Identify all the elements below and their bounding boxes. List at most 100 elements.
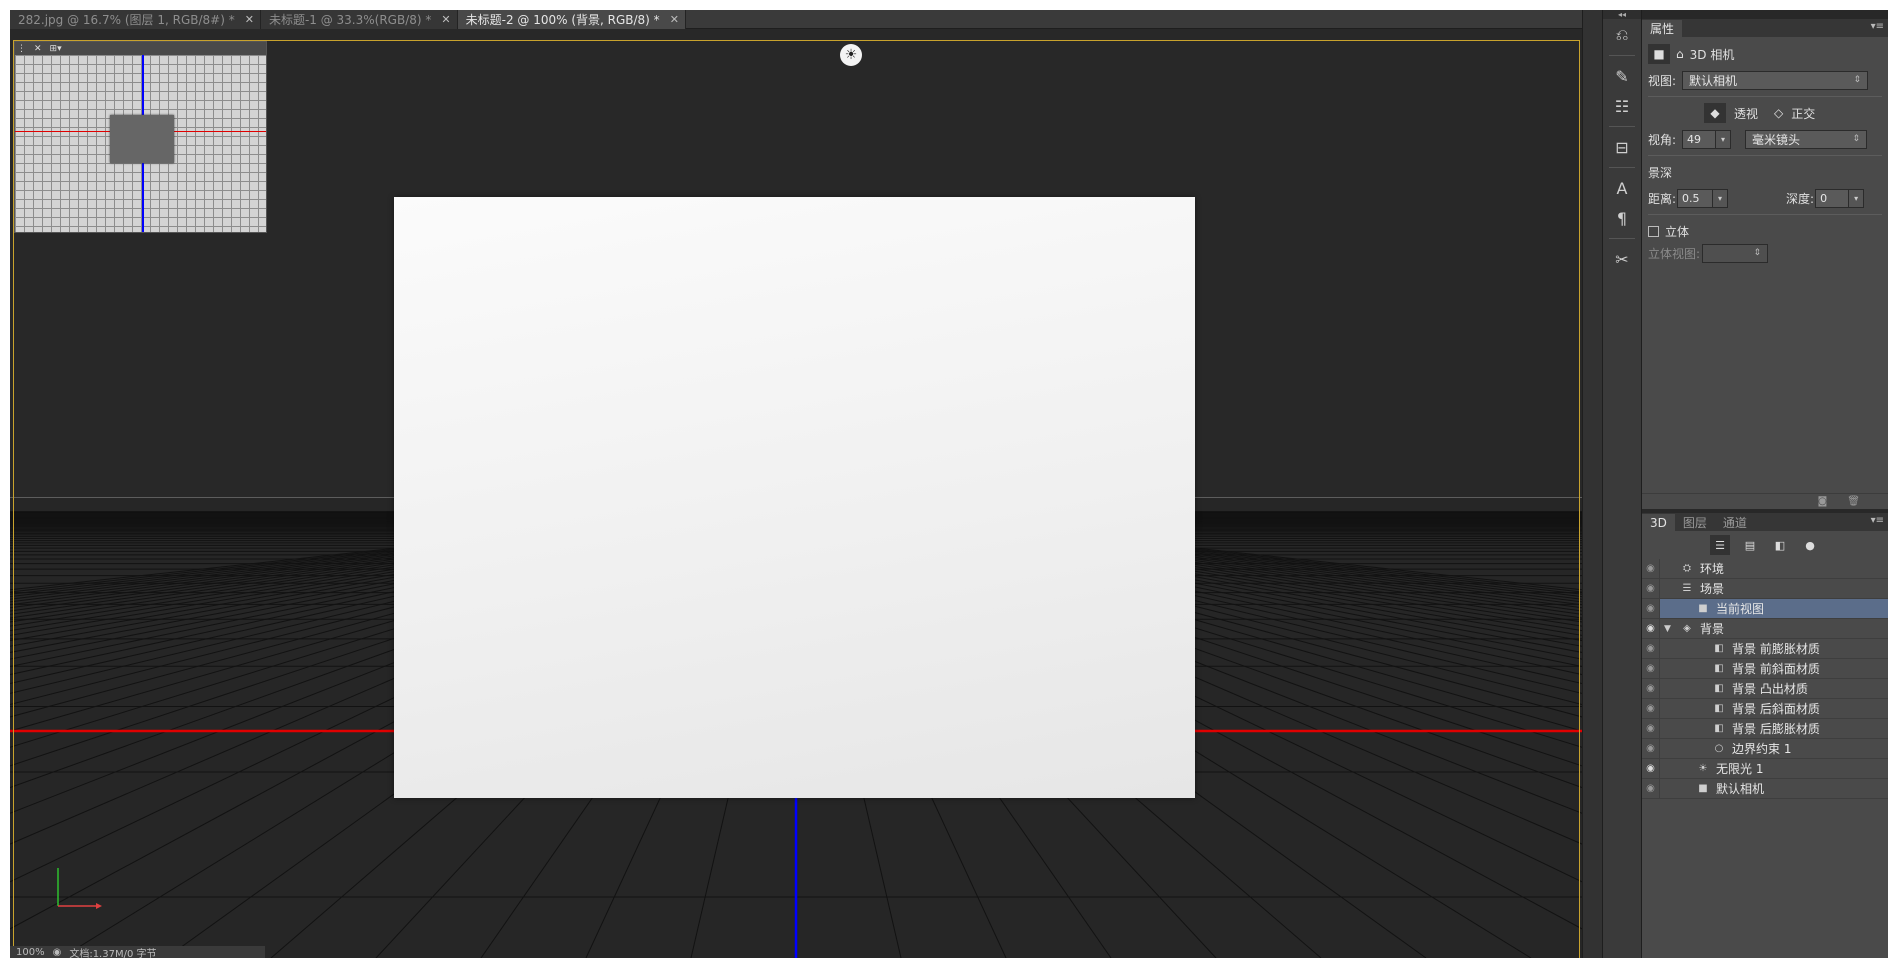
- materials-icon[interactable]: ◧: [1770, 535, 1790, 555]
- properties-footer: ◙ 🗑: [1642, 493, 1888, 509]
- scene-item-label: 背景 后斜面材质: [1732, 702, 1820, 716]
- visibility-eye-icon[interactable]: ◉: [1642, 578, 1660, 599]
- stereo-view-select[interactable]: ⇕: [1702, 243, 1769, 263]
- scene-tree-item[interactable]: ■ 当前视图: [1660, 599, 1888, 618]
- meshes-icon[interactable]: ▤: [1740, 535, 1760, 555]
- scene-tree-item[interactable]: ⛭ 环境: [1660, 559, 1888, 578]
- visibility-eye-icon[interactable]: ◉: [1642, 778, 1660, 799]
- scene-tree-row[interactable]: ◉ ◧ 背景 前斜面材质: [1642, 658, 1888, 679]
- scene-tree-item[interactable]: ◧ 背景 凸出材质: [1660, 679, 1888, 698]
- brush-icon[interactable]: ✎: [1604, 62, 1640, 90]
- lens-select[interactable]: 毫米镜头 ⇕: [1745, 129, 1868, 149]
- scene-tree-item[interactable]: ☀ 无限光 1: [1660, 759, 1888, 778]
- tab-properties[interactable]: 属性: [1642, 20, 1683, 37]
- stereo-label[interactable]: 立体: [1665, 223, 1689, 240]
- depth-input[interactable]: 0: [1815, 188, 1850, 208]
- secondary-view[interactable]: ⋮ ✕ ⊞▾: [14, 41, 267, 233]
- scene-tree-row[interactable]: ◉ ◧ 背景 前膨胀材质: [1642, 638, 1888, 659]
- camera-icon[interactable]: ■: [1648, 44, 1670, 64]
- scene-tree-item[interactable]: ◧ 背景 前膨胀材质: [1660, 639, 1888, 658]
- render-icon[interactable]: ◙: [1818, 496, 1828, 507]
- close-icon[interactable]: ✕: [245, 13, 254, 26]
- character-icon[interactable]: A: [1604, 174, 1640, 202]
- view-select[interactable]: 默认相机 ⇕: [1682, 70, 1869, 90]
- properties-tabs: 属性 ▾≡: [1642, 19, 1888, 37]
- tab-channels[interactable]: 通道: [1715, 514, 1755, 531]
- 3d-document-plane[interactable]: [394, 197, 1195, 798]
- visibility-eye-icon[interactable]: ◉: [1642, 718, 1660, 739]
- orthographic-icon[interactable]: ◇: [1774, 106, 1783, 120]
- close-icon[interactable]: ✕: [441, 13, 450, 26]
- properties-panel: 属性 ▾≡ ■ ⌂ 3D 相机 视图: 默认相机 ⇕ ◆ 透视 ◇ 正交 视角:…: [1642, 19, 1888, 509]
- visibility-eye-icon[interactable]: ◉: [1642, 758, 1660, 779]
- grip-icon[interactable]: ⋮: [17, 44, 26, 54]
- visibility-eye-icon[interactable]: ◉: [1642, 698, 1660, 719]
- visibility-eye-icon[interactable]: ◉: [1642, 678, 1660, 699]
- zoom-level[interactable]: 100%: [16, 947, 45, 958]
- scene-tree-row[interactable]: ◉ ○ 边界约束 1: [1642, 738, 1888, 759]
- close-icon[interactable]: ✕: [34, 44, 42, 54]
- distance-dropdown-icon[interactable]: ▾: [1712, 188, 1729, 208]
- clone-source-icon[interactable]: ⊟: [1604, 133, 1640, 161]
- visibility-eye-icon[interactable]: ◉: [1642, 618, 1660, 639]
- scene-tree-row[interactable]: ◉ ■ 当前视图: [1642, 598, 1888, 619]
- visibility-eye-icon[interactable]: ◉: [1642, 598, 1660, 619]
- lens-value: 毫米镜头: [1752, 132, 1801, 147]
- tab-3d[interactable]: 3D: [1642, 514, 1675, 531]
- scene-tree-row[interactable]: ◉ ◧ 背景 后斜面材质: [1642, 698, 1888, 719]
- scene-tree-item[interactable]: ◧ 背景 后膨胀材质: [1660, 719, 1888, 738]
- scene-tree-row[interactable]: ◉ ☀ 无限光 1: [1642, 758, 1888, 779]
- fov-input[interactable]: 49: [1682, 129, 1717, 149]
- perspective-label[interactable]: 透视: [1734, 105, 1758, 122]
- material-icon: ◧: [1714, 703, 1724, 714]
- whole-scene-icon[interactable]: ☰: [1710, 535, 1730, 555]
- scene-tree-item[interactable]: ◧ 背景 前斜面材质: [1660, 659, 1888, 678]
- scene-tree-row[interactable]: ◉ ◧ 背景 后膨胀材质: [1642, 718, 1888, 739]
- doc-tab-untitled-2[interactable]: 未标题-2 @ 100% (背景, RGB/8) * ✕: [457, 10, 686, 29]
- distance-input[interactable]: 0.5: [1677, 188, 1714, 208]
- scene-tree-row[interactable]: ◉ ☰ 场景: [1642, 578, 1888, 599]
- scene-tree-item[interactable]: ○ 边界约束 1: [1660, 739, 1888, 758]
- stereo-checkbox[interactable]: [1648, 225, 1659, 237]
- perspective-icon[interactable]: ◆: [1704, 103, 1726, 123]
- light-icon[interactable]: ☀: [840, 44, 862, 66]
- doc-tab-282[interactable]: 282.jpg @ 16.7% (图层 1, RGB/8#) * ✕: [10, 10, 261, 29]
- visibility-eye-icon[interactable]: ◉: [1642, 658, 1660, 679]
- orthographic-label[interactable]: 正交: [1791, 105, 1815, 122]
- scene-tree-row[interactable]: ◉ ⛭ 环境: [1642, 558, 1888, 579]
- scene-tree-row[interactable]: ◉ ■ 默认相机: [1642, 778, 1888, 799]
- fov-dropdown-icon[interactable]: ▾: [1715, 129, 1732, 149]
- panel-menu-icon[interactable]: ▾≡: [1871, 21, 1884, 32]
- doc-info[interactable]: 文档:1.37M/0 字节: [69, 945, 156, 959]
- scene-item-label: 背景 后膨胀材质: [1732, 722, 1820, 736]
- visibility-eye-icon[interactable]: ◉: [1642, 558, 1660, 579]
- scene-tree-item[interactable]: ☰ 场景: [1660, 579, 1888, 598]
- visibility-eye-icon[interactable]: ◉: [1642, 638, 1660, 659]
- document-tabbar: 282.jpg @ 16.7% (图层 1, RGB/8#) * ✕ 未标题-1…: [10, 10, 1602, 29]
- tools-icon[interactable]: ✂: [1604, 245, 1640, 273]
- scene-tree-row[interactable]: ◉ ◧ 背景 凸出材质: [1642, 678, 1888, 699]
- lights-icon[interactable]: ●: [1800, 535, 1820, 555]
- scene-tree-item[interactable]: ▼ ◈ 背景: [1660, 619, 1888, 638]
- scene-tree-row[interactable]: ◉ ▼ ◈ 背景: [1642, 618, 1888, 639]
- axis-widget-icon[interactable]: [50, 864, 110, 914]
- history-icon[interactable]: ⎌: [1604, 21, 1640, 49]
- tab-layers[interactable]: 图层: [1675, 514, 1715, 531]
- scene-tree-item[interactable]: ■ 默认相机: [1660, 779, 1888, 798]
- canvas-area[interactable]: ☀ ⋮ ✕ ⊞▾: [10, 29, 1582, 958]
- adjustments-icon[interactable]: ☷: [1604, 92, 1640, 120]
- close-icon[interactable]: ✕: [670, 13, 679, 26]
- collapse-icon[interactable]: ◂◂: [1603, 10, 1641, 19]
- material-icon: ◧: [1714, 643, 1724, 654]
- twirl-down-icon[interactable]: ▼: [1664, 624, 1674, 634]
- paragraph-icon[interactable]: ¶: [1604, 204, 1640, 232]
- visibility-eye-icon[interactable]: ◉: [1642, 738, 1660, 759]
- scene-tree-item[interactable]: ◧ 背景 后斜面材质: [1660, 699, 1888, 718]
- scene-panel: 3D 图层 通道 ▾≡ ☰ ▤ ◧ ● ◉ ⛭ 环境 ◉ ☰ 场景 ◉ ■ 当前视图 ◉ ▼ ◈ 背景 ◉…: [1642, 513, 1888, 958]
- view-menu-icon[interactable]: ⊞▾: [50, 44, 62, 54]
- panel-menu-icon[interactable]: ▾≡: [1871, 515, 1884, 526]
- depth-dropdown-icon[interactable]: ▾: [1848, 188, 1865, 208]
- fov-label: 视角:: [1648, 132, 1677, 147]
- doc-tab-untitled-1[interactable]: 未标题-1 @ 33.3%(RGB/8) * ✕: [260, 10, 458, 29]
- trash-icon[interactable]: 🗑: [1847, 496, 1860, 507]
